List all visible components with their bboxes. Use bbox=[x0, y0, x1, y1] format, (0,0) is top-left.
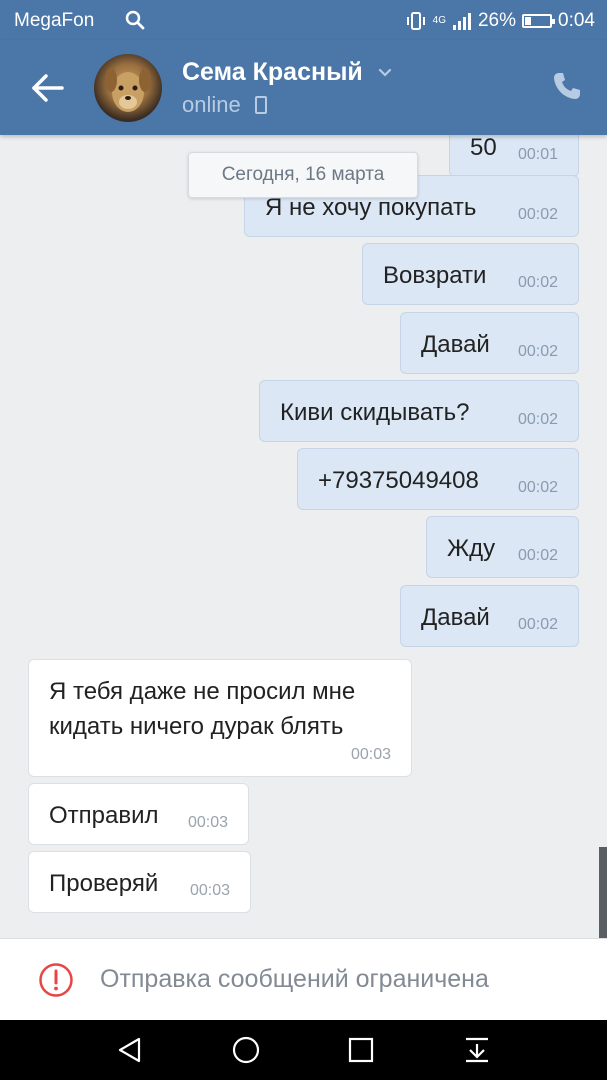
phone-call-icon[interactable] bbox=[551, 70, 583, 102]
message-bubble-incoming[interactable]: Я тебя даже не просил мне кидать ничего … bbox=[28, 659, 412, 777]
home-nav-icon[interactable] bbox=[231, 1035, 261, 1065]
network-type: 4G bbox=[432, 15, 446, 26]
message-time: 00:02 bbox=[517, 206, 558, 223]
notification-shade-icon[interactable] bbox=[462, 1035, 492, 1065]
message-text: Я не хочу покупать bbox=[265, 194, 477, 221]
message-bubble-incoming[interactable]: Проверяй 00:03 bbox=[28, 851, 251, 913]
messaging-restricted-banner: Отправка сообщений ограничена bbox=[0, 938, 607, 1020]
message-time: 00:02 bbox=[517, 411, 558, 428]
message-bubble-outgoing[interactable]: +79375049408 00:02 bbox=[297, 448, 579, 510]
message-text-line-1: Я тебя даже не просил мне bbox=[49, 678, 356, 705]
recents-nav-icon[interactable] bbox=[346, 1035, 376, 1065]
message-time: 00:01 bbox=[517, 146, 558, 163]
message-time: 00:02 bbox=[517, 479, 558, 496]
signal-icon bbox=[452, 13, 471, 30]
back-nav-icon[interactable] bbox=[115, 1035, 145, 1065]
message-bubble-outgoing[interactable]: Вовзрати 00:02 bbox=[362, 243, 579, 305]
restriction-label: Отправка сообщений ограничена bbox=[100, 965, 489, 993]
message-text: 50 bbox=[470, 135, 497, 161]
message-bubble-outgoing[interactable]: Давай 00:02 bbox=[400, 585, 579, 647]
phone-number-link[interactable]: +79375049408 bbox=[318, 467, 479, 495]
search-icon bbox=[125, 10, 145, 30]
message-time: 00:02 bbox=[517, 616, 558, 633]
message-time: 00:03 bbox=[350, 746, 391, 763]
contact-name[interactable]: Сема Красный bbox=[182, 58, 392, 87]
mobile-device-icon bbox=[254, 96, 267, 114]
presence-text: online bbox=[182, 92, 241, 117]
battery-fill bbox=[525, 17, 532, 25]
message-time: 00:03 bbox=[189, 882, 230, 899]
vibrate-icon bbox=[406, 12, 425, 30]
status-bar: MegaFon 4G 26% 0:04 bbox=[0, 0, 607, 40]
message-bubble-outgoing[interactable]: Давай 00:02 bbox=[400, 312, 579, 374]
message-time: 00:02 bbox=[517, 343, 558, 360]
message-bubble-incoming[interactable]: Отправил 00:03 bbox=[28, 783, 249, 845]
date-separator: Сегодня, 16 марта bbox=[188, 152, 418, 198]
chat-header: Сема Красный online bbox=[0, 40, 607, 135]
message-bubble-outgoing[interactable]: 50 00:01 bbox=[449, 135, 579, 177]
contact-name-text: Сема Красный bbox=[182, 58, 363, 86]
message-text: Отправил bbox=[49, 802, 159, 829]
message-bubble-outgoing[interactable]: Жду 00:02 bbox=[426, 516, 579, 578]
message-list[interactable]: Сегодня, 16 марта 50 00:01 Я не хочу пок… bbox=[0, 135, 607, 938]
message-text: Давай bbox=[421, 604, 490, 631]
battery-percent: 26% bbox=[477, 10, 517, 31]
message-text: Жду bbox=[447, 535, 496, 562]
system-navigation-bar bbox=[0, 1020, 607, 1080]
message-text: Вовзрати bbox=[383, 262, 487, 289]
message-bubble-outgoing[interactable]: Киви скидывать? 00:02 bbox=[259, 380, 579, 442]
alert-circle-icon bbox=[39, 963, 73, 997]
contact-avatar[interactable] bbox=[94, 54, 162, 122]
scrollbar[interactable] bbox=[599, 847, 607, 938]
message-text: Киви скидывать? bbox=[280, 399, 470, 426]
message-text-line-2: кидать ничего дурак блять bbox=[49, 713, 344, 740]
presence-status: online bbox=[182, 92, 267, 118]
battery-icon bbox=[522, 14, 556, 28]
message-time: 00:02 bbox=[517, 547, 558, 564]
status-icons: 4G 26% 0:04 bbox=[405, 10, 595, 32]
message-text: Давай bbox=[421, 331, 490, 358]
chevron-down-icon[interactable] bbox=[378, 68, 392, 78]
message-text: Проверяй bbox=[49, 870, 159, 897]
clock: 0:04 bbox=[558, 10, 595, 31]
message-time: 00:03 bbox=[187, 814, 228, 831]
back-arrow-icon[interactable] bbox=[28, 70, 68, 106]
message-time: 00:02 bbox=[517, 274, 558, 291]
dog-photo bbox=[105, 68, 151, 112]
carrier-name: MegaFon bbox=[14, 10, 95, 31]
